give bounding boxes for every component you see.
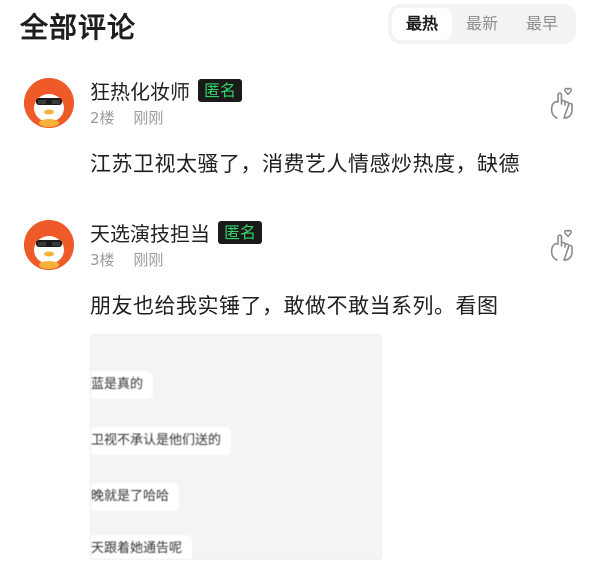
duck-mascot-icon (24, 78, 74, 128)
sort-tabs: 最热 最新 最早 (388, 4, 576, 44)
like-button[interactable] (548, 86, 578, 120)
comment-author-row: 天选演技担当 匿名 (90, 218, 263, 247)
floor-number: 2楼 (90, 109, 115, 127)
chat-message: 天跟着她通告呢 (91, 535, 193, 559)
finger-heart-icon (550, 87, 573, 119)
comment-image[interactable]: 蓝是真的 卫视不承认是他们送的 晚就是了哈哈 天跟着她通告呢 (90, 334, 382, 560)
comments-header: 全部评论 最热 最新 最早 (0, 0, 600, 50)
avatar[interactable] (24, 78, 74, 128)
comment-time: 刚刚 (133, 251, 164, 269)
finger-heart-icon (550, 229, 573, 261)
chat-message: 晚就是了哈哈 (91, 483, 180, 511)
comment-text: 朋友也给我实锤了，敢做不敢当系列。看图 (90, 294, 499, 318)
chat-message: 蓝是真的 (91, 371, 154, 399)
comment-item: 天选演技担当 匿名 3楼 刚刚 朋友也给我实锤了，敢做不敢当系列。看图 蓝是真的… (0, 212, 600, 568)
tab-earliest[interactable]: 最早 (512, 8, 572, 40)
comment-meta: 3楼 刚刚 (90, 249, 163, 270)
comment-meta: 2楼 刚刚 (90, 107, 163, 128)
anonymous-badge: 匿名 (218, 220, 263, 244)
anonymous-badge: 匿名 (198, 78, 243, 102)
comment-text: 江苏卫视太骚了，消费艺人情感炒热度，缺德 (90, 152, 520, 176)
tab-hottest[interactable]: 最热 (392, 8, 452, 40)
comment-time: 刚刚 (133, 109, 164, 127)
comment-author-row: 狂热化妆师 匿名 (90, 76, 243, 105)
page-title: 全部评论 (20, 11, 137, 44)
avatar[interactable] (24, 220, 74, 270)
username[interactable]: 天选演技担当 (90, 218, 210, 247)
like-button[interactable] (548, 228, 578, 262)
duck-mascot-icon (24, 220, 74, 270)
comment-item: 狂热化妆师 匿名 2楼 刚刚 江苏卫视太骚了，消费艺人情感炒热度，缺德 (0, 70, 600, 190)
chat-message: 卫视不承认是他们送的 (91, 427, 232, 455)
tab-newest[interactable]: 最新 (452, 8, 512, 40)
floor-number: 3楼 (90, 251, 115, 269)
username[interactable]: 狂热化妆师 (90, 76, 190, 105)
